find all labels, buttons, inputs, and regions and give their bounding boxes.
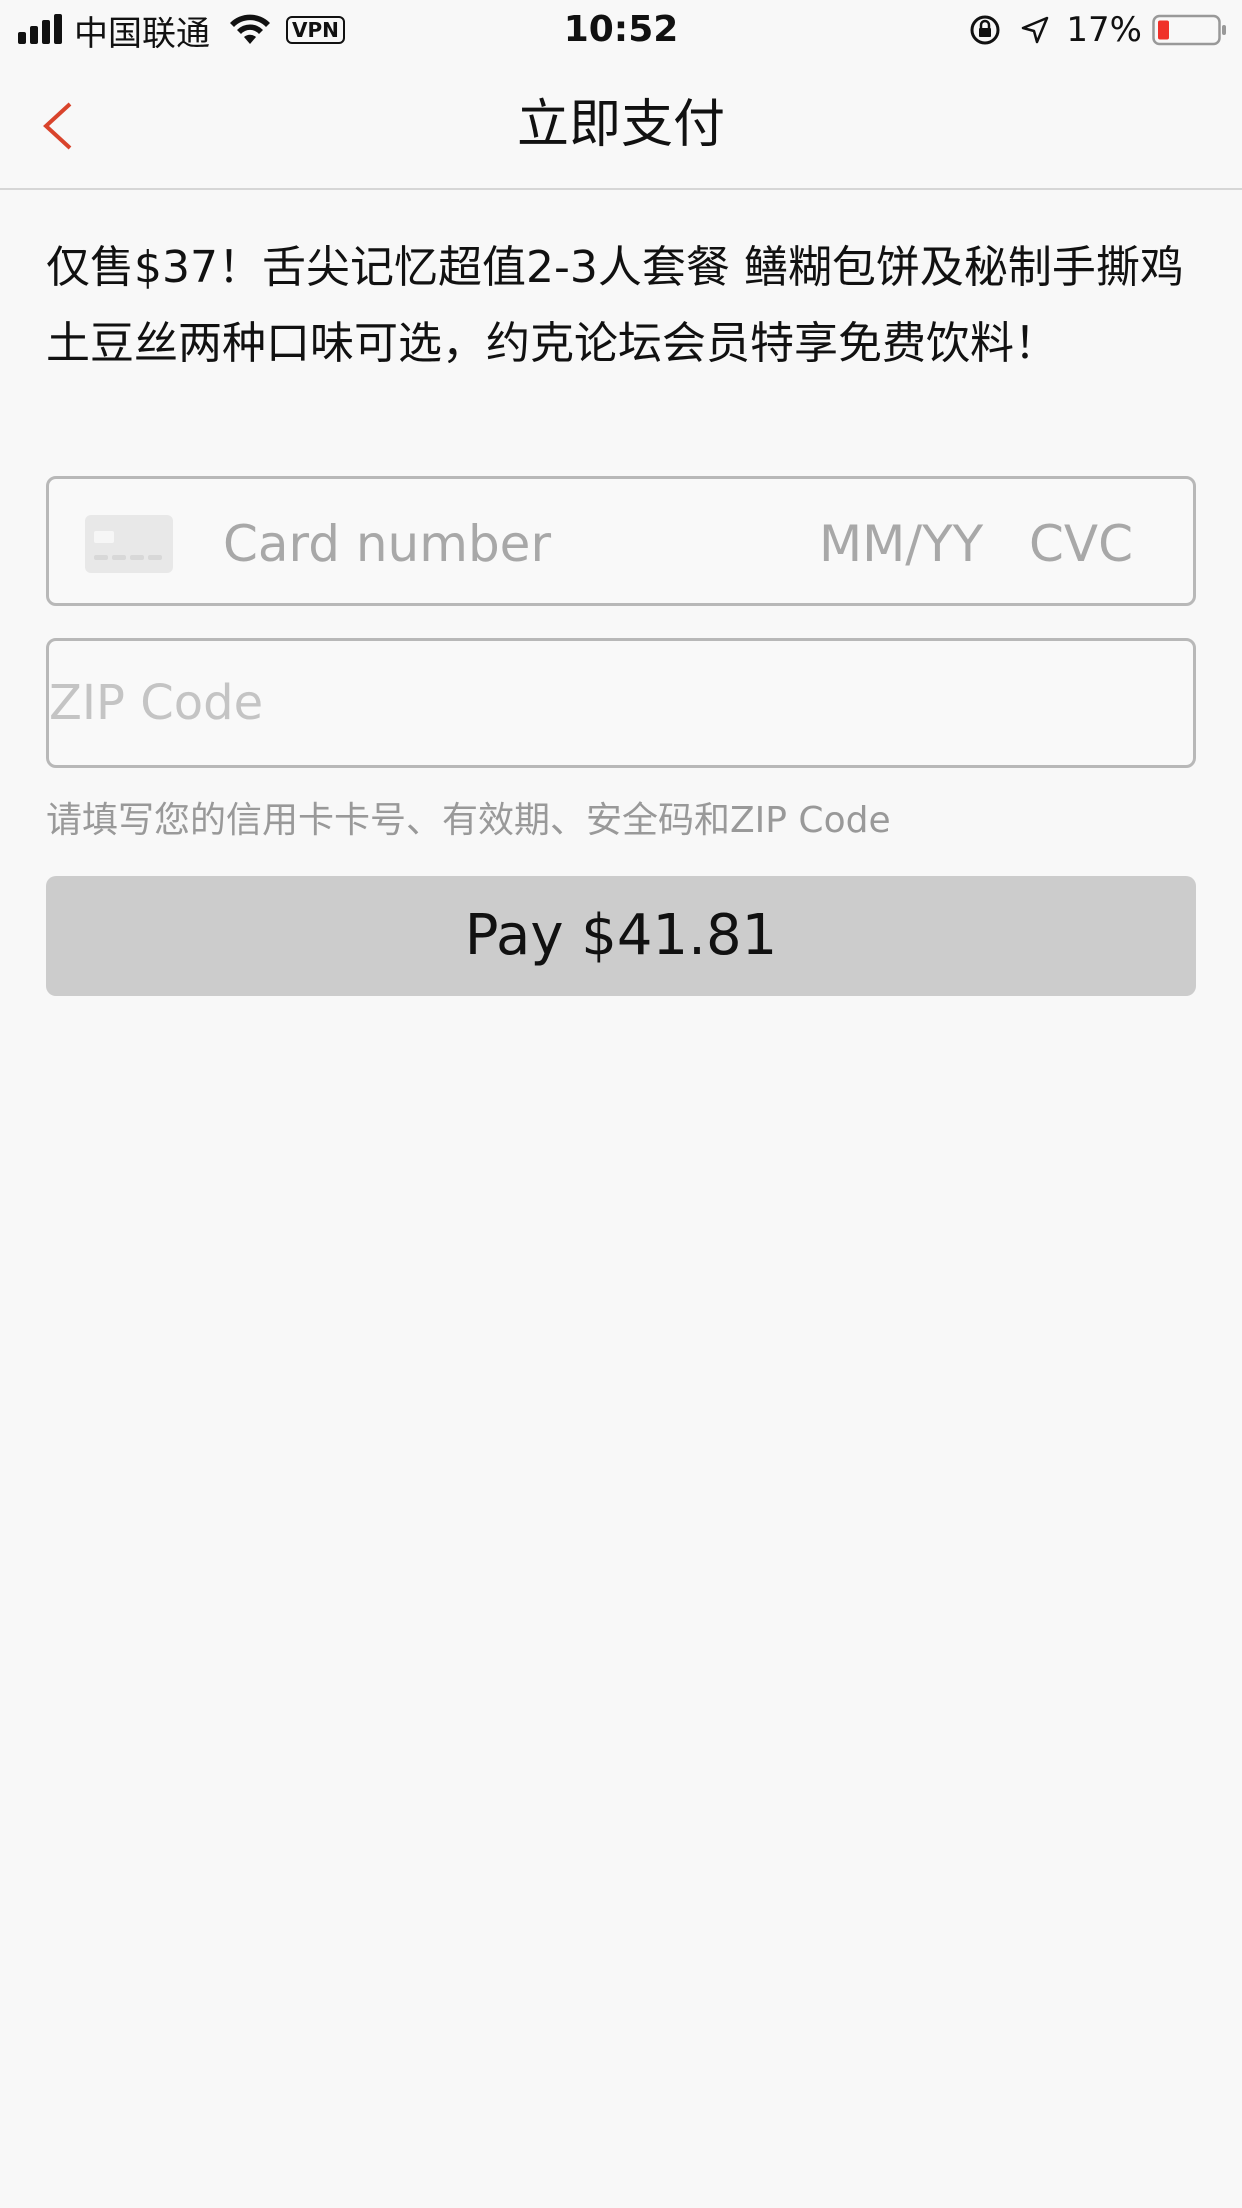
product-description: 仅售$37！舌尖记忆超值2-3人套餐 鳝糊包饼及秘制手撕鸡 土豆丝两种口味可选，… bbox=[46, 242, 1184, 369]
card-input-field[interactable] bbox=[46, 476, 1196, 606]
card-number-input[interactable] bbox=[223, 515, 783, 573]
cvc-input[interactable] bbox=[1029, 515, 1179, 573]
battery-percent: 17% bbox=[1066, 10, 1142, 50]
navigation-bar: 立即支付 bbox=[0, 60, 1242, 190]
credit-card-icon bbox=[85, 515, 173, 573]
page-title: 立即支付 bbox=[516, 95, 725, 155]
pay-button[interactable]: Pay $41.81 bbox=[46, 876, 1196, 996]
status-right: 17% bbox=[968, 10, 1228, 50]
card-form-hint: 请填写您的信用卡卡号、有效期、安全码和ZIP Code bbox=[46, 800, 891, 841]
status-bar: 中国联通 VPN 10:52 17% bbox=[0, 0, 1242, 60]
location-arrow-icon bbox=[1022, 16, 1049, 44]
payment-screen: 中国联通 VPN 10:52 17% 立即支付 仅售$37！舌尖记忆超值2-3人… bbox=[0, 0, 1242, 2208]
zip-code-input[interactable] bbox=[46, 638, 1196, 768]
battery-icon bbox=[1152, 14, 1226, 46]
expiry-input[interactable] bbox=[819, 515, 1019, 573]
rotation-lock-icon bbox=[970, 15, 1000, 45]
